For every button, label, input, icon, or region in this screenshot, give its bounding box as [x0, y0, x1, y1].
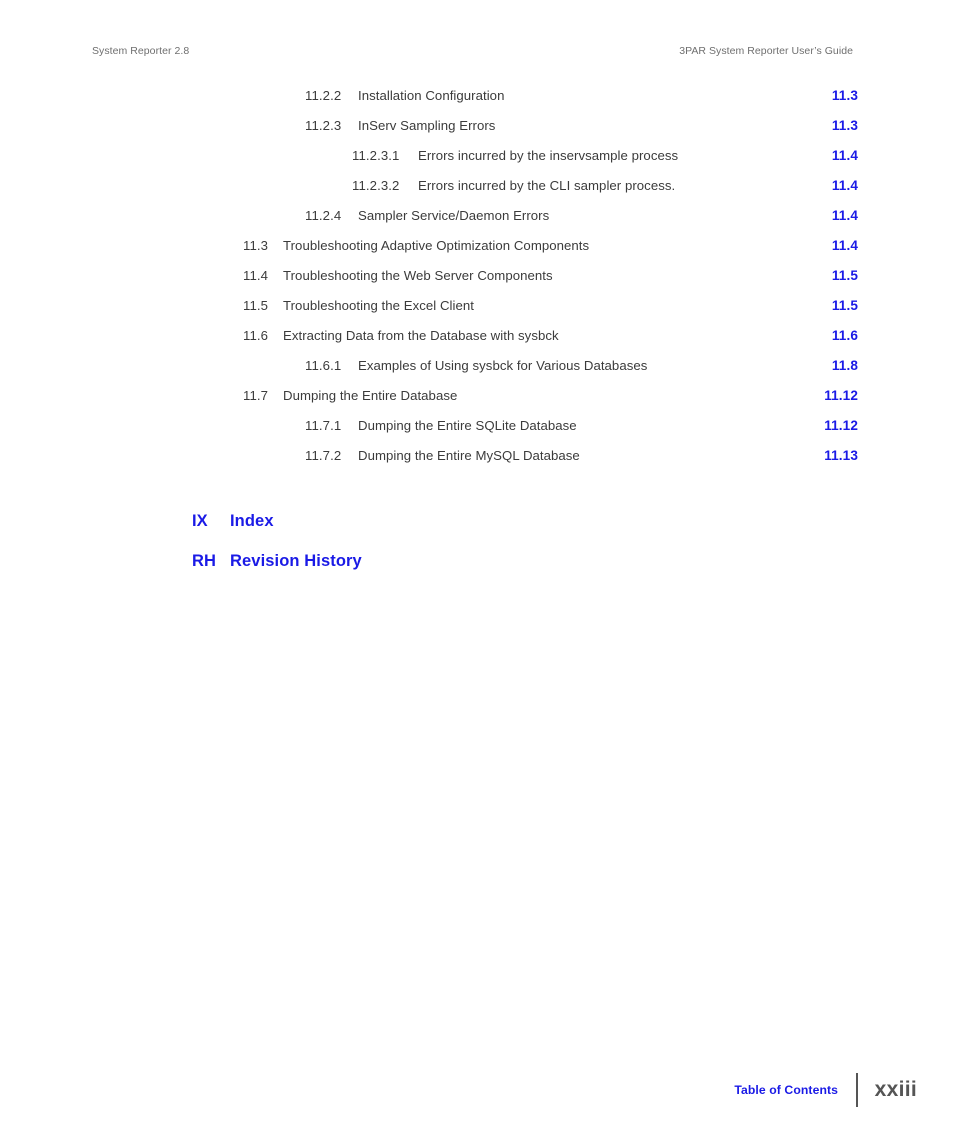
front-matter-entry[interactable]: IX Index — [192, 512, 692, 552]
toc-entry-page-number[interactable]: 11.4 — [806, 238, 858, 253]
front-matter-entry-title: Index — [230, 512, 274, 530]
toc-entry[interactable]: 11.7.1 Dumping the Entire SQLite Database… — [92, 418, 858, 448]
page-footer: Table of Contents xxiii — [734, 1072, 917, 1108]
toc-entry-title: Extracting Data from the Database with s… — [283, 328, 559, 343]
header-product-name: System Reporter 2.8 — [92, 45, 190, 57]
toc-entry-title: Dumping the Entire MySQL Database — [358, 448, 580, 463]
footer-section-label: Table of Contents — [734, 1083, 839, 1097]
toc-entry[interactable]: 11.2.3.1 Errors incurred by the inservsam… — [92, 148, 858, 178]
toc-entry-number: 11.7 — [243, 388, 269, 403]
toc-entry-title: Sampler Service/Daemon Errors — [358, 208, 550, 223]
toc-entry[interactable]: 11.2.3 InServ Sampling Errors 11.3 — [92, 118, 858, 148]
toc-entry-title: Examples of Using sysbck for Various Dat… — [358, 358, 648, 373]
toc-entry-title: Troubleshooting Adaptive Optimization Co… — [283, 238, 590, 253]
toc-entry-number: 11.6 — [243, 328, 269, 343]
toc-entry-number: 11.3 — [243, 238, 269, 253]
toc-entry-number: 11.7.2 — [305, 448, 342, 463]
page-header: System Reporter 2.8 3PAR System Reporter… — [92, 45, 853, 61]
toc-entry-number: 11.2.2 — [305, 88, 342, 103]
toc-entry[interactable]: 11.6 Extracting Data from the Database wi… — [92, 328, 858, 358]
toc-entry-number: 11.4 — [243, 268, 269, 283]
toc-entry-title: Troubleshooting the Excel Client — [283, 298, 474, 313]
toc-entry-number: 11.2.3 — [305, 118, 342, 133]
document-page: System Reporter 2.8 3PAR System Reporter… — [0, 0, 954, 1145]
toc-entry-page-number[interactable]: 11.3 — [806, 118, 858, 133]
toc-entry-number: 11.5 — [243, 298, 269, 313]
toc-entry[interactable]: 11.6.1 Examples of Using sysbck for Vario… — [92, 358, 858, 388]
toc-entry-page-number[interactable]: 11.12 — [806, 418, 858, 433]
toc-entry-number: 11.6.1 — [305, 358, 342, 373]
toc-entry-number: 11.2.4 — [305, 208, 342, 223]
table-of-contents-list: 11.2.2 Installation Configuration 11.3 11.2… — [92, 88, 858, 478]
toc-entry[interactable]: 11.2.4 Sampler Service/Daemon Errors 11.4 — [92, 208, 858, 238]
toc-entry-number: 11.2.3.2 — [352, 178, 400, 193]
toc-entry[interactable]: 11.2.2 Installation Configuration 11.3 — [92, 88, 858, 118]
toc-entry-title: Installation Configuration — [358, 88, 505, 103]
toc-entry-title: Dumping the Entire Database — [283, 388, 458, 403]
toc-entry[interactable]: 11.7.2 Dumping the Entire MySQL Database 1… — [92, 448, 858, 478]
toc-entry[interactable]: 11.5 Troubleshooting the Excel Client 11.5 — [92, 298, 858, 328]
toc-entry-page-number[interactable]: 11.13 — [806, 448, 858, 463]
front-matter-entry[interactable]: RH Revision History — [192, 552, 692, 592]
toc-entry-page-number[interactable]: 11.4 — [806, 148, 858, 163]
header-guide-title: 3PAR System Reporter User’s Guide — [679, 45, 853, 57]
toc-entry-page-number[interactable]: 11.3 — [806, 88, 858, 103]
toc-entry-page-number[interactable]: 11.5 — [806, 298, 858, 313]
toc-entry-page-number[interactable]: 11.6 — [806, 328, 858, 343]
toc-entry-page-number[interactable]: 11.12 — [806, 388, 858, 403]
toc-entry-title: InServ Sampling Errors — [358, 118, 496, 133]
front-matter-entry-number: RH — [192, 552, 217, 570]
front-matter-entries: IX Index RH Revision History — [192, 512, 692, 592]
toc-entry-page-number[interactable]: 11.8 — [806, 358, 858, 373]
toc-entry[interactable]: 11.3 Troubleshooting Adaptive Optimizatio… — [92, 238, 858, 268]
toc-entry-title: Dumping the Entire SQLite Database — [358, 418, 577, 433]
toc-entry-number: 11.2.3.1 — [352, 148, 400, 163]
toc-entry-page-number[interactable]: 11.5 — [806, 268, 858, 283]
toc-entry[interactable]: 11.2.3.2 Errors incurred by the CLI sampl… — [92, 178, 858, 208]
toc-entry[interactable]: 11.7 Dumping the Entire Database 11.12 — [92, 388, 858, 418]
front-matter-entry-title: Revision History — [230, 552, 362, 570]
footer-page-number: xxiii — [874, 1078, 917, 1101]
toc-entry[interactable]: 11.4 Troubleshooting the Web Server Compo… — [92, 268, 858, 298]
toc-entry-title: Errors incurred by the CLI sampler proce… — [418, 178, 676, 193]
toc-entry-title: Troubleshooting the Web Server Component… — [283, 268, 553, 283]
toc-entry-page-number[interactable]: 11.4 — [806, 178, 858, 193]
toc-entry-title: Errors incurred by the inservsample proc… — [418, 148, 679, 163]
front-matter-entry-number: IX — [192, 512, 208, 530]
toc-entry-number: 11.7.1 — [305, 418, 342, 433]
toc-entry-page-number[interactable]: 11.4 — [806, 208, 858, 223]
